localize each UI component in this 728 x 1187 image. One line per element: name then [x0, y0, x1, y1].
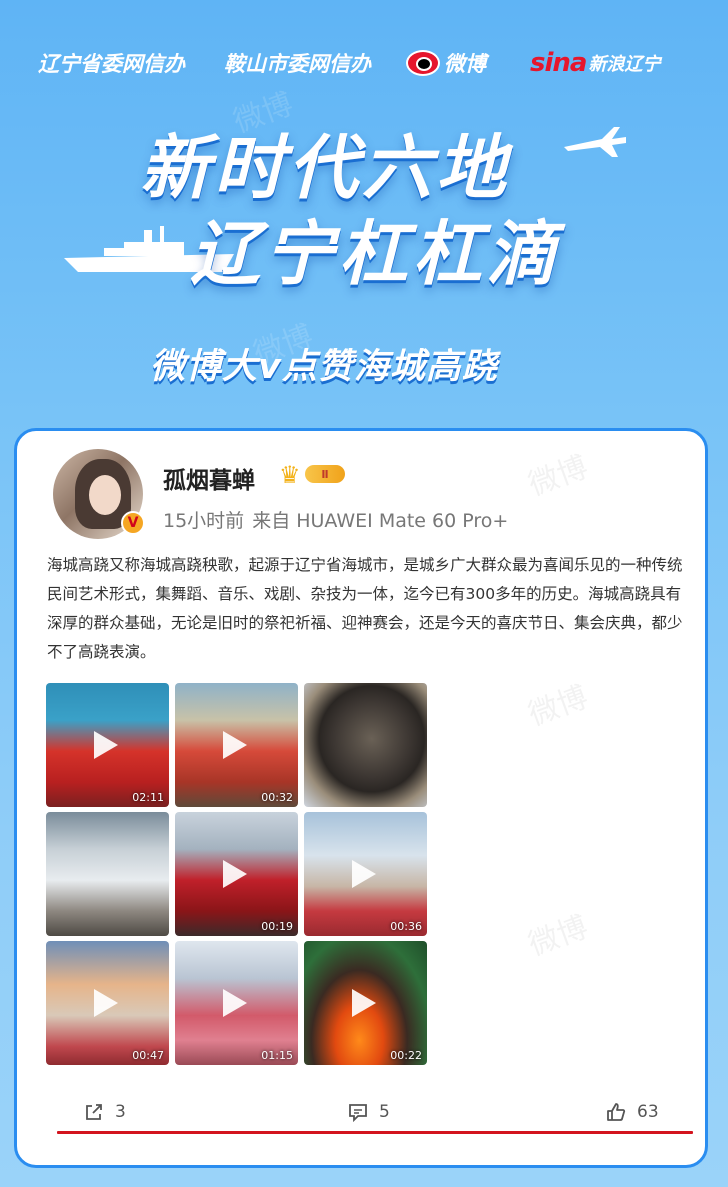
comment-button[interactable]: 5 [347, 1101, 390, 1123]
video-thumbnail[interactable]: 01:15 [175, 941, 298, 1065]
sina-liaoning-label: 新浪辽宁 [588, 54, 661, 75]
comment-count: 5 [379, 1102, 390, 1122]
post-text: 海城高跷又称海城高跷秧歌，起源于辽宁省海城市，是城乡广大群众最为喜闻乐见的一种传… [47, 556, 683, 661]
thumbs-up-icon [607, 1103, 626, 1121]
play-icon [93, 731, 118, 759]
watermark: 微博 [524, 679, 593, 733]
partner-logos: 辽宁省委网信办 鞍山市委网信办 微博 sina 新浪辽宁 [38, 46, 698, 80]
video-duration: 00:22 [390, 1049, 422, 1062]
play-icon [222, 989, 247, 1017]
banner-subtitle: 微博大v点赞海城高跷 [150, 347, 498, 387]
video-duration: 00:19 [261, 920, 293, 933]
org-liaoning-cac: 辽宁省委网信办 [38, 52, 185, 76]
crown-icon: ♛ [279, 461, 301, 489]
play-icon [351, 860, 376, 888]
post-username[interactable]: 孤烟暮蝉 [163, 461, 255, 495]
post-source: 来自 HUAWEI Mate 60 Pro+ [252, 510, 509, 532]
video-duration: 02:11 [132, 791, 164, 804]
share-icon [86, 1104, 102, 1120]
post-meta: 15小时前 来自 HUAWEI Mate 60 Pro+ [163, 506, 516, 533]
play-icon [351, 989, 376, 1017]
play-icon [222, 731, 247, 759]
video-duration: 01:15 [261, 1049, 293, 1062]
video-thumbnail[interactable]: 00:36 [304, 812, 427, 936]
red-underline [57, 1131, 693, 1134]
weibo-post-card: V 孤烟暮蝉 ♛ Ⅱ 15小时前 来自 HUAWEI Mate 60 Pro+ 海… [14, 428, 708, 1168]
play-icon [222, 860, 247, 888]
share-button[interactable]: 3 [83, 1101, 126, 1123]
video-thumbnail[interactable]: 00:47 [46, 941, 169, 1065]
watermark: 微博 [524, 449, 593, 503]
sina-wordmark: sina [530, 48, 587, 78]
share-count: 3 [115, 1102, 126, 1122]
video-duration: 00:47 [132, 1049, 164, 1062]
image-thumbnail[interactable] [46, 812, 169, 936]
image-thumbnail[interactable] [304, 683, 427, 807]
comment-icon [349, 1104, 367, 1123]
banner-title-line2: 辽宁杠杠滴 [190, 213, 560, 295]
video-duration: 00:36 [390, 920, 422, 933]
play-icon [93, 989, 118, 1017]
weibo-logo: 微博 [406, 48, 486, 78]
video-thumbnail[interactable]: 00:22 [304, 941, 427, 1065]
video-thumbnail[interactable]: 02:11 [46, 683, 169, 807]
weibo-logo-label: 微博 [444, 52, 486, 76]
verified-badge-icon: V [121, 511, 145, 535]
org-anshan-cac: 鞍山市委网信办 [224, 52, 371, 76]
post-time: 15小时前 [163, 510, 245, 532]
video-thumbnail[interactable]: 00:19 [175, 812, 298, 936]
video-duration: 00:32 [261, 791, 293, 804]
post-action-bar: 3 5 63 [17, 1101, 705, 1129]
video-thumbnail[interactable]: 00:32 [175, 683, 298, 807]
sina-logo: sina 新浪辽宁 [530, 48, 660, 78]
level-badge: Ⅱ [305, 465, 345, 483]
like-count: 63 [637, 1102, 659, 1122]
weibo-eye-icon [406, 50, 440, 76]
jet-icon [564, 127, 626, 157]
video-grid: 02:11 00:32 00:19 00:36 00:47 01:15 00:2… [46, 683, 429, 1065]
like-button[interactable]: 63 [605, 1101, 659, 1123]
watermark: 微博 [524, 909, 593, 963]
